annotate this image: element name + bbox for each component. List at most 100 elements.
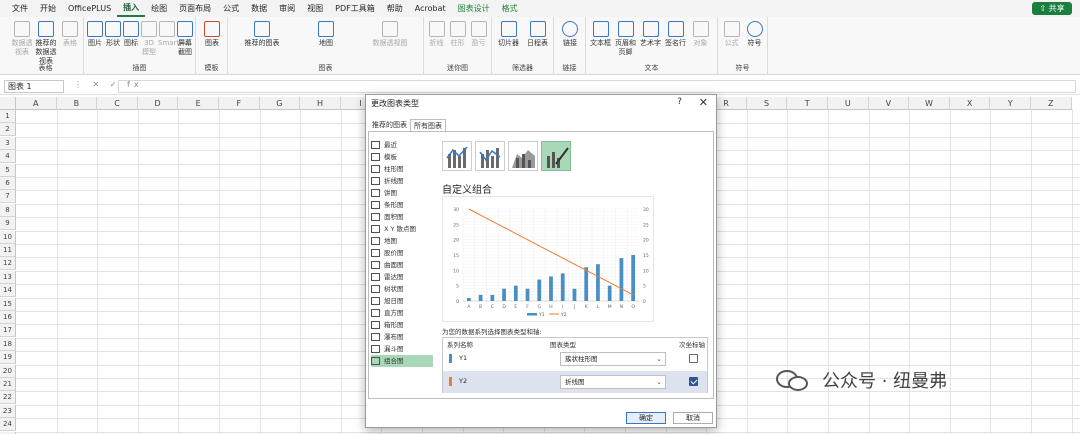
column-header[interactable]: A xyxy=(16,97,57,110)
ribbon-button-2-0[interactable]: 图表 xyxy=(198,21,226,48)
menu-item-9[interactable]: 视图 xyxy=(301,0,329,17)
chart-type-item[interactable]: 旭日图 xyxy=(371,295,433,307)
column-header[interactable]: X xyxy=(949,97,991,110)
column-header[interactable]: S xyxy=(746,97,788,110)
row-header[interactable]: 16 xyxy=(0,311,16,324)
share-button[interactable]: ⇧ 共享 xyxy=(1032,2,1072,15)
name-box[interactable]: 图表 1 xyxy=(4,80,64,93)
row-header[interactable]: 10 xyxy=(0,230,16,244)
custom-combination-icon[interactable] xyxy=(541,141,571,171)
ribbon-button-5-0[interactable]: 切片器 xyxy=(494,21,523,48)
menu-item-1[interactable]: 开始 xyxy=(34,0,62,17)
column-header[interactable]: W xyxy=(909,97,950,110)
select-all-corner[interactable] xyxy=(0,97,16,110)
chart-type-item[interactable]: 条形图 xyxy=(371,199,433,211)
row-header[interactable]: 22 xyxy=(0,391,16,405)
row-header[interactable]: 21 xyxy=(0,378,16,391)
ribbon-button-1-4[interactable]: SmartArt xyxy=(158,21,190,48)
row-header[interactable]: 14 xyxy=(0,284,16,298)
ribbon-button-4-2[interactable]: 盈亏 xyxy=(468,21,489,48)
row-header[interactable]: 23 xyxy=(0,404,16,418)
ribbon-button-0-2[interactable]: 表格 xyxy=(58,21,82,48)
row-header[interactable]: 24 xyxy=(0,418,16,432)
menu-item-5[interactable]: 页面布局 xyxy=(173,0,217,17)
chart-type-item[interactable]: 直方图 xyxy=(371,307,433,319)
ribbon-button-5-1[interactable]: 日程表 xyxy=(523,21,552,48)
column-header[interactable]: Y xyxy=(990,97,1031,110)
chart-type-item[interactable]: 曲面图 xyxy=(371,259,433,271)
chart-type-item[interactable]: 模板 xyxy=(371,151,433,163)
ribbon-button-3-0[interactable]: 推荐的图表 xyxy=(230,21,294,48)
series-chart-type-select[interactable]: 折线图 ⌄ xyxy=(560,375,666,389)
ribbon-button-7-0[interactable]: 文本框 xyxy=(588,21,613,48)
ok-button[interactable]: 确定 xyxy=(626,412,666,424)
cancel-button[interactable]: 取消 xyxy=(673,412,713,424)
help-icon[interactable]: ? xyxy=(677,97,682,107)
menu-item-13[interactable]: 图表设计 xyxy=(452,0,496,17)
row-header[interactable]: 1 xyxy=(0,110,16,123)
ribbon-button-7-3[interactable]: 签名行 xyxy=(663,21,688,48)
menu-item-8[interactable]: 审阅 xyxy=(273,0,301,17)
column-header[interactable]: V xyxy=(868,97,910,110)
menu-item-14[interactable]: 格式 xyxy=(496,0,524,17)
chart-type-item[interactable]: 组合图 xyxy=(371,355,433,367)
menu-item-10[interactable]: PDF工具箱 xyxy=(329,0,381,17)
formula-input[interactable] xyxy=(118,80,1076,93)
menu-item-2[interactable]: OfficePLUS xyxy=(62,0,117,17)
ribbon-button-1-0[interactable]: 图片 xyxy=(86,21,104,48)
row-header[interactable]: 8 xyxy=(0,203,16,217)
ribbon-button-8-0[interactable]: 公式 xyxy=(720,21,743,48)
chart-type-item[interactable]: X Y 散点图 xyxy=(371,223,433,235)
ribbon-button-4-0[interactable]: 折线 xyxy=(426,21,447,48)
combo-subtype-1[interactable] xyxy=(442,141,472,171)
column-header[interactable]: C xyxy=(97,97,138,110)
column-header[interactable]: G xyxy=(259,97,301,110)
secondary-axis-checkbox[interactable] xyxy=(689,354,698,363)
row-header[interactable]: 12 xyxy=(0,257,16,271)
combo-subtype-3[interactable] xyxy=(508,141,538,171)
column-header[interactable]: D xyxy=(137,97,179,110)
row-header[interactable]: 4 xyxy=(0,150,16,164)
chart-type-item[interactable]: 最近 xyxy=(371,139,433,151)
ribbon-button-0-1[interactable]: 推荐的数据透视表 xyxy=(34,21,58,66)
chart-type-item[interactable]: 柱形图 xyxy=(371,163,433,175)
tab-recommended-charts[interactable]: 推荐的图表 xyxy=(369,119,410,131)
row-header[interactable]: 20 xyxy=(0,364,16,378)
menu-item-0[interactable]: 文件 xyxy=(6,0,34,17)
series-row[interactable]: Y1 簇状柱形图 ⌄ xyxy=(443,348,707,370)
menu-item-11[interactable]: 帮助 xyxy=(381,0,409,17)
row-header[interactable]: 2 xyxy=(0,123,16,137)
column-header[interactable]: H xyxy=(300,97,341,110)
column-header[interactable]: U xyxy=(828,97,869,110)
chart-type-item[interactable]: 股价图 xyxy=(371,247,433,259)
chart-type-item[interactable]: 瀑布图 xyxy=(371,331,433,343)
column-header[interactable]: Z xyxy=(1031,97,1072,110)
row-header[interactable]: 6 xyxy=(0,177,16,190)
chart-type-item[interactable]: 折线图 xyxy=(371,175,433,187)
ribbon-button-7-2[interactable]: 艺术字 xyxy=(638,21,663,48)
menu-item-7[interactable]: 数据 xyxy=(245,0,273,17)
row-header[interactable]: 9 xyxy=(0,217,16,231)
menu-item-4[interactable]: 绘图 xyxy=(145,0,173,17)
chart-type-item[interactable]: 雷达图 xyxy=(371,271,433,283)
ribbon-button-3-2[interactable]: 数据透视图 xyxy=(358,21,422,48)
menu-item-12[interactable]: Acrobat xyxy=(409,0,452,17)
row-header[interactable]: 17 xyxy=(0,324,16,338)
series-chart-type-select[interactable]: 簇状柱形图 ⌄ xyxy=(560,352,666,366)
column-header[interactable]: F xyxy=(219,97,260,110)
chart-type-item[interactable]: 漏斗图 xyxy=(371,343,433,355)
row-header[interactable]: 13 xyxy=(0,270,16,284)
ribbon-button-7-1[interactable]: 页眉和页脚 xyxy=(613,21,638,57)
row-header[interactable]: 15 xyxy=(0,297,16,311)
ribbon-button-6-0[interactable]: 链接 xyxy=(556,21,584,48)
chart-type-item[interactable]: 箱形图 xyxy=(371,319,433,331)
ribbon-button-7-4[interactable]: 对象 xyxy=(688,21,713,48)
row-header[interactable]: 19 xyxy=(0,351,16,365)
chart-type-item[interactable]: 饼图 xyxy=(371,187,433,199)
row-header[interactable]: 3 xyxy=(0,136,16,150)
ribbon-button-1-3[interactable]: 3D 模型 xyxy=(140,21,158,57)
ribbon-button-4-1[interactable]: 柱形 xyxy=(447,21,468,48)
row-header[interactable]: 5 xyxy=(0,163,16,177)
chart-type-item[interactable]: 树状图 xyxy=(371,283,433,295)
menu-item-3[interactable]: 插入 xyxy=(117,0,146,17)
